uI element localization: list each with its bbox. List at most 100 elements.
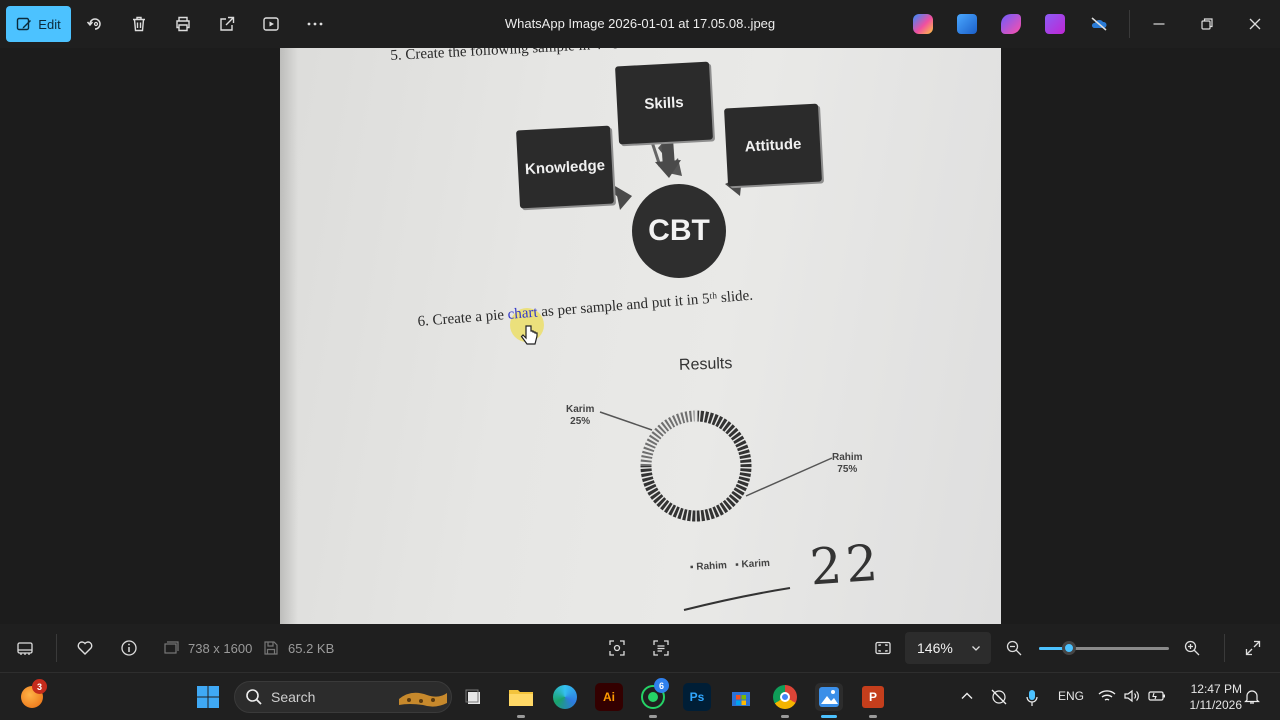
delete-icon[interactable] — [127, 12, 151, 36]
favorite-icon[interactable] — [76, 636, 94, 660]
window-title: WhatsApp Image 2026-01-01 at 17.05.08..j… — [504, 16, 776, 31]
text-scan-icon[interactable] — [652, 636, 670, 660]
illustrator-icon[interactable]: Ai — [595, 683, 623, 711]
handwritten-mark: 22 — [808, 533, 884, 597]
statusbar-divider-right — [1224, 634, 1225, 662]
photo-worksheet: 5. Create the following sample in 4ᵗʰ sl… — [280, 48, 1001, 624]
start-button-icon[interactable] — [194, 683, 222, 711]
leader-line-rahim — [745, 457, 833, 497]
more-options-icon[interactable] — [303, 12, 327, 36]
slideshow-icon[interactable] — [259, 12, 283, 36]
edge-browser-icon[interactable] — [551, 683, 579, 711]
zoom-value: 146% — [917, 640, 953, 656]
task-view-icon[interactable] — [460, 683, 488, 711]
zoom-slider-thumb[interactable] — [1061, 641, 1076, 655]
zoom-slider[interactable] — [1039, 641, 1169, 655]
hand-cursor-icon — [520, 325, 538, 345]
chart-title: Results — [678, 355, 733, 374]
clock-date: 1/11/2026 — [1189, 698, 1243, 712]
onedrive-off-icon[interactable] — [1087, 12, 1111, 36]
powerpoint-icon[interactable]: P — [859, 683, 887, 718]
fit-to-window-icon[interactable] — [874, 636, 892, 660]
edit-button[interactable]: Edit — [6, 6, 71, 42]
whatsapp-icon[interactable]: 6 — [639, 678, 669, 718]
close-icon[interactable] — [1243, 12, 1267, 36]
zoom-out-icon[interactable] — [1005, 636, 1023, 660]
visual-search-icon[interactable] — [608, 636, 626, 660]
volume-icon[interactable] — [1123, 689, 1141, 703]
microphone-icon[interactable] — [1025, 689, 1039, 707]
dimensions-icon — [164, 641, 179, 654]
active-indicator — [821, 715, 837, 718]
file-explorer-icon[interactable] — [507, 683, 535, 718]
designer-icon[interactable] — [1001, 14, 1021, 34]
battery-icon[interactable] — [1148, 689, 1166, 703]
photoshop-icon[interactable]: Ps — [683, 683, 711, 711]
rahim-name: Rahim — [832, 452, 863, 463]
location-off-icon[interactable] — [990, 689, 1008, 705]
image-dimensions: 738 x 1600 — [162, 636, 252, 660]
zoom-dropdown[interactable]: 146% — [905, 632, 991, 664]
leader-line-karim — [599, 411, 653, 431]
weather-widget-icon[interactable]: 3 — [18, 679, 47, 711]
rahim-label: Rahim 75% — [832, 452, 863, 476]
legend-karim: ▪ Karim — [734, 557, 771, 571]
copilot-icon[interactable] — [913, 14, 933, 34]
system-clock[interactable]: 12:47 PM 1/11/2026 — [1176, 681, 1243, 713]
restore-icon[interactable] — [1195, 12, 1219, 36]
toolbar-divider — [1129, 10, 1130, 38]
clipchamp-icon[interactable] — [1045, 14, 1065, 34]
handwritten-underline — [683, 587, 791, 611]
search-highlight-icon — [399, 692, 447, 707]
pie-slice-karim — [640, 410, 697, 467]
language-indicator[interactable]: ENG — [1058, 689, 1084, 703]
photos-editor-icon[interactable] — [957, 14, 977, 34]
question-6-highlight: chart — [507, 304, 539, 323]
fullscreen-icon[interactable] — [1244, 636, 1262, 660]
legend-rahim: ▪ Rahim — [689, 560, 728, 574]
statusbar-divider — [56, 634, 57, 662]
filmstrip-icon[interactable] — [16, 636, 34, 660]
rahim-percent: 75% — [837, 464, 858, 475]
diagram-box-knowledge: Knowledge — [516, 125, 614, 209]
minimize-icon[interactable] — [1147, 12, 1171, 36]
running-indicator — [649, 715, 657, 718]
store-icon[interactable] — [727, 683, 755, 711]
zoom-in-icon[interactable] — [1183, 636, 1201, 660]
taskbar-search[interactable]: Search — [234, 681, 452, 713]
edit-image-icon — [17, 17, 32, 31]
info-icon[interactable] — [120, 636, 138, 660]
running-indicator — [781, 715, 789, 718]
diagram-box-skills: Skills — [615, 61, 713, 145]
rotate-icon[interactable] — [83, 12, 107, 36]
running-indicator — [517, 715, 525, 718]
whatsapp-badge: 6 — [654, 678, 669, 693]
show-hidden-icons-icon[interactable] — [960, 689, 974, 703]
wifi-icon[interactable] — [1098, 689, 1116, 703]
print-icon[interactable] — [171, 12, 195, 36]
pie-slice-rahim — [640, 410, 752, 522]
widget-notification-badge: 3 — [32, 679, 47, 694]
app-toolbar: Edit WhatsApp Image 2026-01-01 at 17.05.… — [0, 0, 1280, 48]
status-bar: 738 x 1600 65.2 KB 146% — [0, 624, 1280, 672]
share-icon[interactable] — [215, 12, 239, 36]
search-placeholder: Search — [271, 689, 316, 705]
save-disk-icon — [264, 641, 278, 655]
clock-time: 12:47 PM — [1190, 682, 1242, 696]
diagram-box-attitude: Attitude — [724, 103, 822, 187]
karim-percent: 25% — [570, 416, 591, 427]
photos-app-icon[interactable] — [815, 683, 843, 718]
notifications-icon[interactable] — [1244, 689, 1260, 705]
dimensions-text: 738 x 1600 — [188, 640, 253, 656]
chrome-icon[interactable] — [771, 683, 799, 718]
diagram-center-cbt: CBT — [632, 184, 726, 278]
running-indicator — [869, 715, 877, 718]
search-icon — [246, 689, 262, 705]
file-size: 65.2 KB — [262, 636, 334, 660]
chevron-down-icon — [972, 646, 980, 651]
image-canvas[interactable]: 5. Create the following sample in 4ᵗʰ sl… — [0, 48, 1280, 624]
karim-name: Karim — [566, 404, 595, 415]
edit-label: Edit — [38, 16, 61, 32]
windows-taskbar: 3 Search Ai 6 Ps P ENG 12:47 PM 1/11/202… — [0, 672, 1280, 720]
file-size-text: 65.2 KB — [288, 640, 335, 656]
